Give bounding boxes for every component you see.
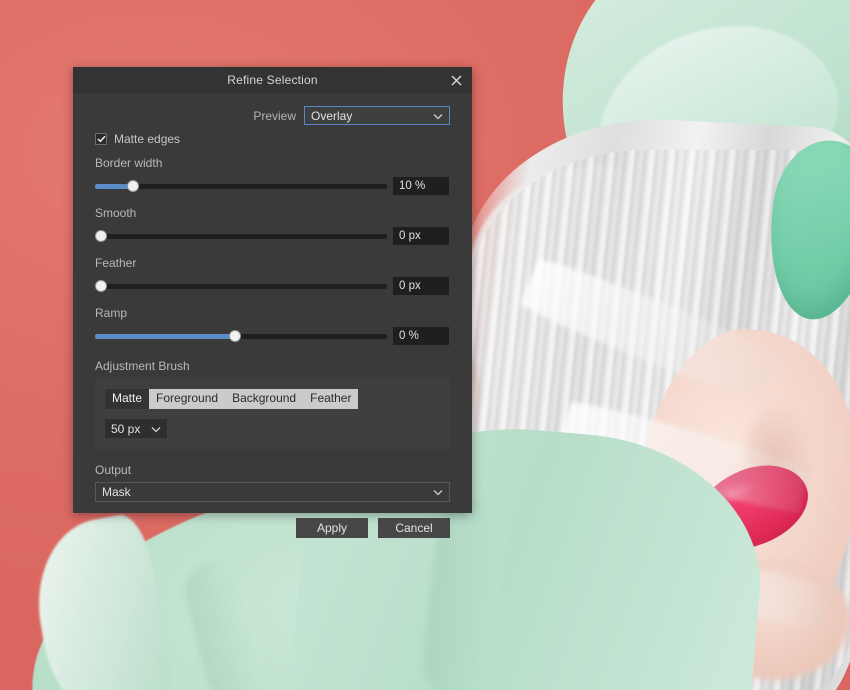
matte-edges-checkbox[interactable]: Matte edges	[95, 132, 450, 146]
slider-track-bg	[95, 233, 387, 239]
dialog-titlebar[interactable]: Refine Selection	[73, 67, 472, 93]
adjustment-brush-label: Adjustment Brush	[95, 359, 190, 373]
output-label: Output	[95, 463, 132, 477]
dialog-body: Preview Overlay Matte edges Border width…	[73, 93, 472, 538]
chevron-down-icon	[433, 485, 443, 499]
brush-size-select[interactable]: 50 px	[105, 419, 167, 438]
slider-knob[interactable]	[94, 230, 107, 242]
slider-label: Smooth	[95, 206, 137, 220]
slider-value-input[interactable]: 0 px	[393, 227, 449, 245]
output-select[interactable]: Mask	[95, 482, 450, 502]
slider-track-bg	[95, 283, 387, 289]
brush-mode-foreground[interactable]: Foreground	[149, 389, 226, 409]
screen: Refine Selection Preview Overlay Matte e…	[0, 0, 850, 690]
brush-mode-segmented: Matte Foreground Background Feather	[105, 389, 359, 409]
brush-size-value: 50 px	[111, 421, 141, 436]
close-icon[interactable]	[446, 70, 466, 90]
slider-value-input[interactable]: 0 %	[393, 327, 449, 345]
cancel-button[interactable]: Cancel	[378, 518, 450, 538]
dialog-button-row: Apply Cancel	[95, 518, 450, 538]
dialog-title: Refine Selection	[227, 73, 318, 87]
slider-knob[interactable]	[229, 330, 242, 342]
slider-track[interactable]	[95, 329, 387, 343]
preview-select-value: Overlay	[311, 108, 353, 123]
preview-select[interactable]: Overlay	[304, 106, 450, 125]
slider-knob[interactable]	[94, 280, 107, 292]
chevron-down-icon	[433, 109, 443, 123]
chevron-down-icon	[151, 422, 161, 436]
matte-edges-label: Matte edges	[114, 132, 181, 146]
slider-track[interactable]	[94, 279, 387, 293]
sliders-group: Border width 10 % Smooth 0 px Feather 0 …	[94, 156, 450, 345]
check-icon	[95, 133, 107, 145]
brush-mode-feather[interactable]: Feather	[303, 389, 359, 409]
slider-row: 0 %	[95, 327, 450, 345]
slider-row: 10 %	[95, 177, 450, 195]
adjustment-brush-panel: Matte Foreground Background Feather 50 p…	[95, 379, 450, 449]
slider-ramp: Ramp 0 %	[95, 306, 450, 345]
slider-value-input[interactable]: 10 %	[393, 177, 449, 195]
slider-value-input[interactable]: 0 px	[393, 277, 449, 295]
slider-label: Feather	[95, 256, 137, 270]
refine-selection-dialog: Refine Selection Preview Overlay Matte e…	[73, 67, 472, 538]
slider-feather: Feather 0 px	[94, 256, 450, 295]
slider-row: 0 px	[94, 277, 450, 295]
slider-label: Ramp	[95, 306, 128, 320]
apply-button[interactable]: Apply	[296, 518, 368, 538]
slider-label: Border width	[95, 156, 163, 170]
slider-smooth: Smooth 0 px	[94, 206, 450, 245]
slider-track-fill	[95, 333, 236, 339]
slider-border-width: Border width 10 %	[95, 156, 450, 195]
preview-row: Preview Overlay	[95, 106, 450, 125]
slider-track[interactable]	[94, 229, 387, 243]
slider-knob[interactable]	[126, 180, 139, 192]
brush-mode-background[interactable]: Background	[225, 389, 304, 409]
brush-mode-matte[interactable]: Matte	[105, 389, 150, 409]
preview-label: Preview	[253, 108, 296, 123]
slider-track[interactable]	[95, 179, 387, 193]
output-select-value: Mask	[102, 485, 131, 499]
slider-row: 0 px	[94, 227, 450, 245]
